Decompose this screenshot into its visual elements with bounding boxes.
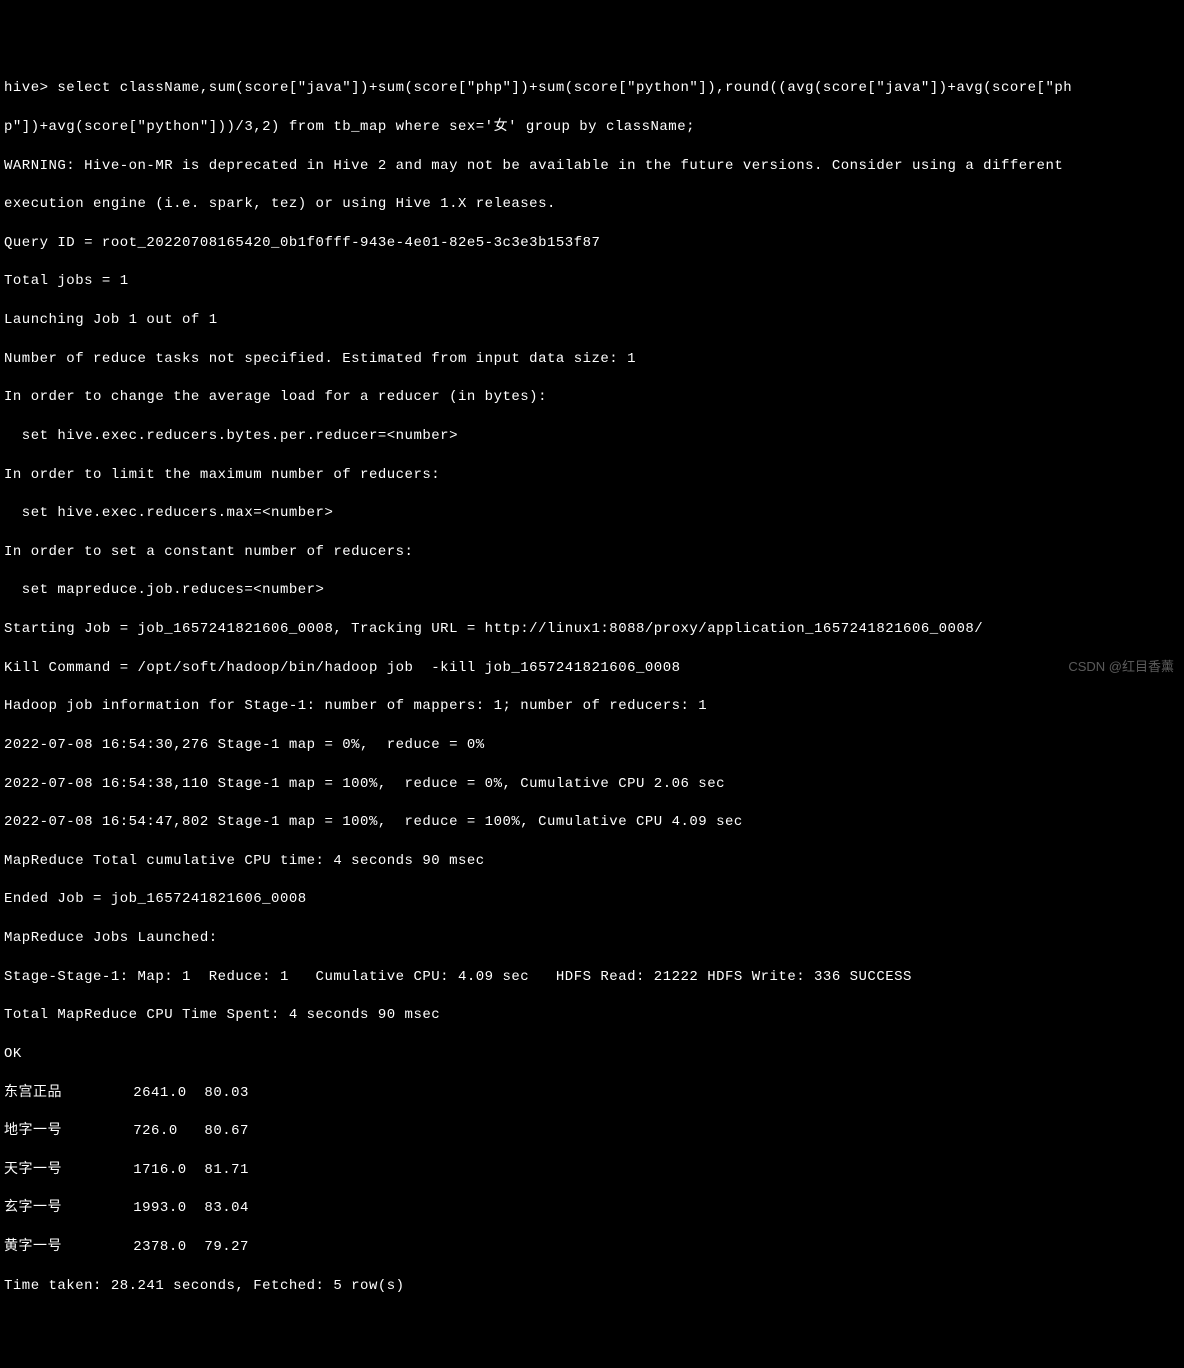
change-avg-load: In order to change the average load for … — [4, 388, 1180, 407]
ok-status: OK — [4, 1045, 1180, 1064]
kill-command: Kill Command = /opt/soft/hadoop/bin/hado… — [4, 659, 1180, 678]
warning-line1: WARNING: Hive-on-MR is deprecated in Hiv… — [4, 157, 1180, 176]
result-row: 黄字一号 2378.0 79.27 — [4, 1238, 1180, 1257]
query-id: Query ID = root_20220708165420_0b1f0fff-… — [4, 234, 1180, 253]
total-cpu-time: Total MapReduce CPU Time Spent: 4 second… — [4, 1006, 1180, 1025]
progress-1: 2022-07-08 16:54:30,276 Stage-1 map = 0%… — [4, 736, 1180, 755]
time-taken: Time taken: 28.241 seconds, Fetched: 5 r… — [4, 1277, 1180, 1296]
set-job-reduces: set mapreduce.job.reduces=<number> — [4, 581, 1180, 600]
total-jobs: Total jobs = 1 — [4, 272, 1180, 291]
result-row: 地字一号 726.0 80.67 — [4, 1122, 1180, 1141]
set-reducers-max: set hive.exec.reducers.max=<number> — [4, 504, 1180, 523]
mapreduce-total: MapReduce Total cumulative CPU time: 4 s… — [4, 852, 1180, 871]
hadoop-job-info: Hadoop job information for Stage-1: numb… — [4, 697, 1180, 716]
limit-max-reducers: In order to limit the maximum number of … — [4, 466, 1180, 485]
result-row: 东宫正品 2641.0 80.03 — [4, 1084, 1180, 1103]
watermark: CSDN @红目香薰 — [1068, 658, 1174, 676]
reduce-tasks: Number of reduce tasks not specified. Es… — [4, 350, 1180, 369]
set-bytes-per-reducer: set hive.exec.reducers.bytes.per.reducer… — [4, 427, 1180, 446]
stage-summary: Stage-Stage-1: Map: 1 Reduce: 1 Cumulati… — [4, 968, 1180, 987]
result-row: 玄字一号 1993.0 83.04 — [4, 1199, 1180, 1218]
launching-job: Launching Job 1 out of 1 — [4, 311, 1180, 330]
progress-3: 2022-07-08 16:54:47,802 Stage-1 map = 10… — [4, 813, 1180, 832]
warning-line2: execution engine (i.e. spark, tez) or us… — [4, 195, 1180, 214]
set-constant-reducers: In order to set a constant number of red… — [4, 543, 1180, 562]
hive-prompt-line1: hive> select className,sum(score["java"]… — [4, 79, 1180, 98]
hive-prompt-line2: p"])+avg(score["python"]))/3,2) from tb_… — [4, 118, 1180, 137]
starting-job: Starting Job = job_1657241821606_0008, T… — [4, 620, 1180, 639]
progress-2: 2022-07-08 16:54:38,110 Stage-1 map = 10… — [4, 775, 1180, 794]
result-row: 天字一号 1716.0 81.71 — [4, 1161, 1180, 1180]
ended-job: Ended Job = job_1657241821606_0008 — [4, 890, 1180, 909]
mapreduce-jobs-launched: MapReduce Jobs Launched: — [4, 929, 1180, 948]
